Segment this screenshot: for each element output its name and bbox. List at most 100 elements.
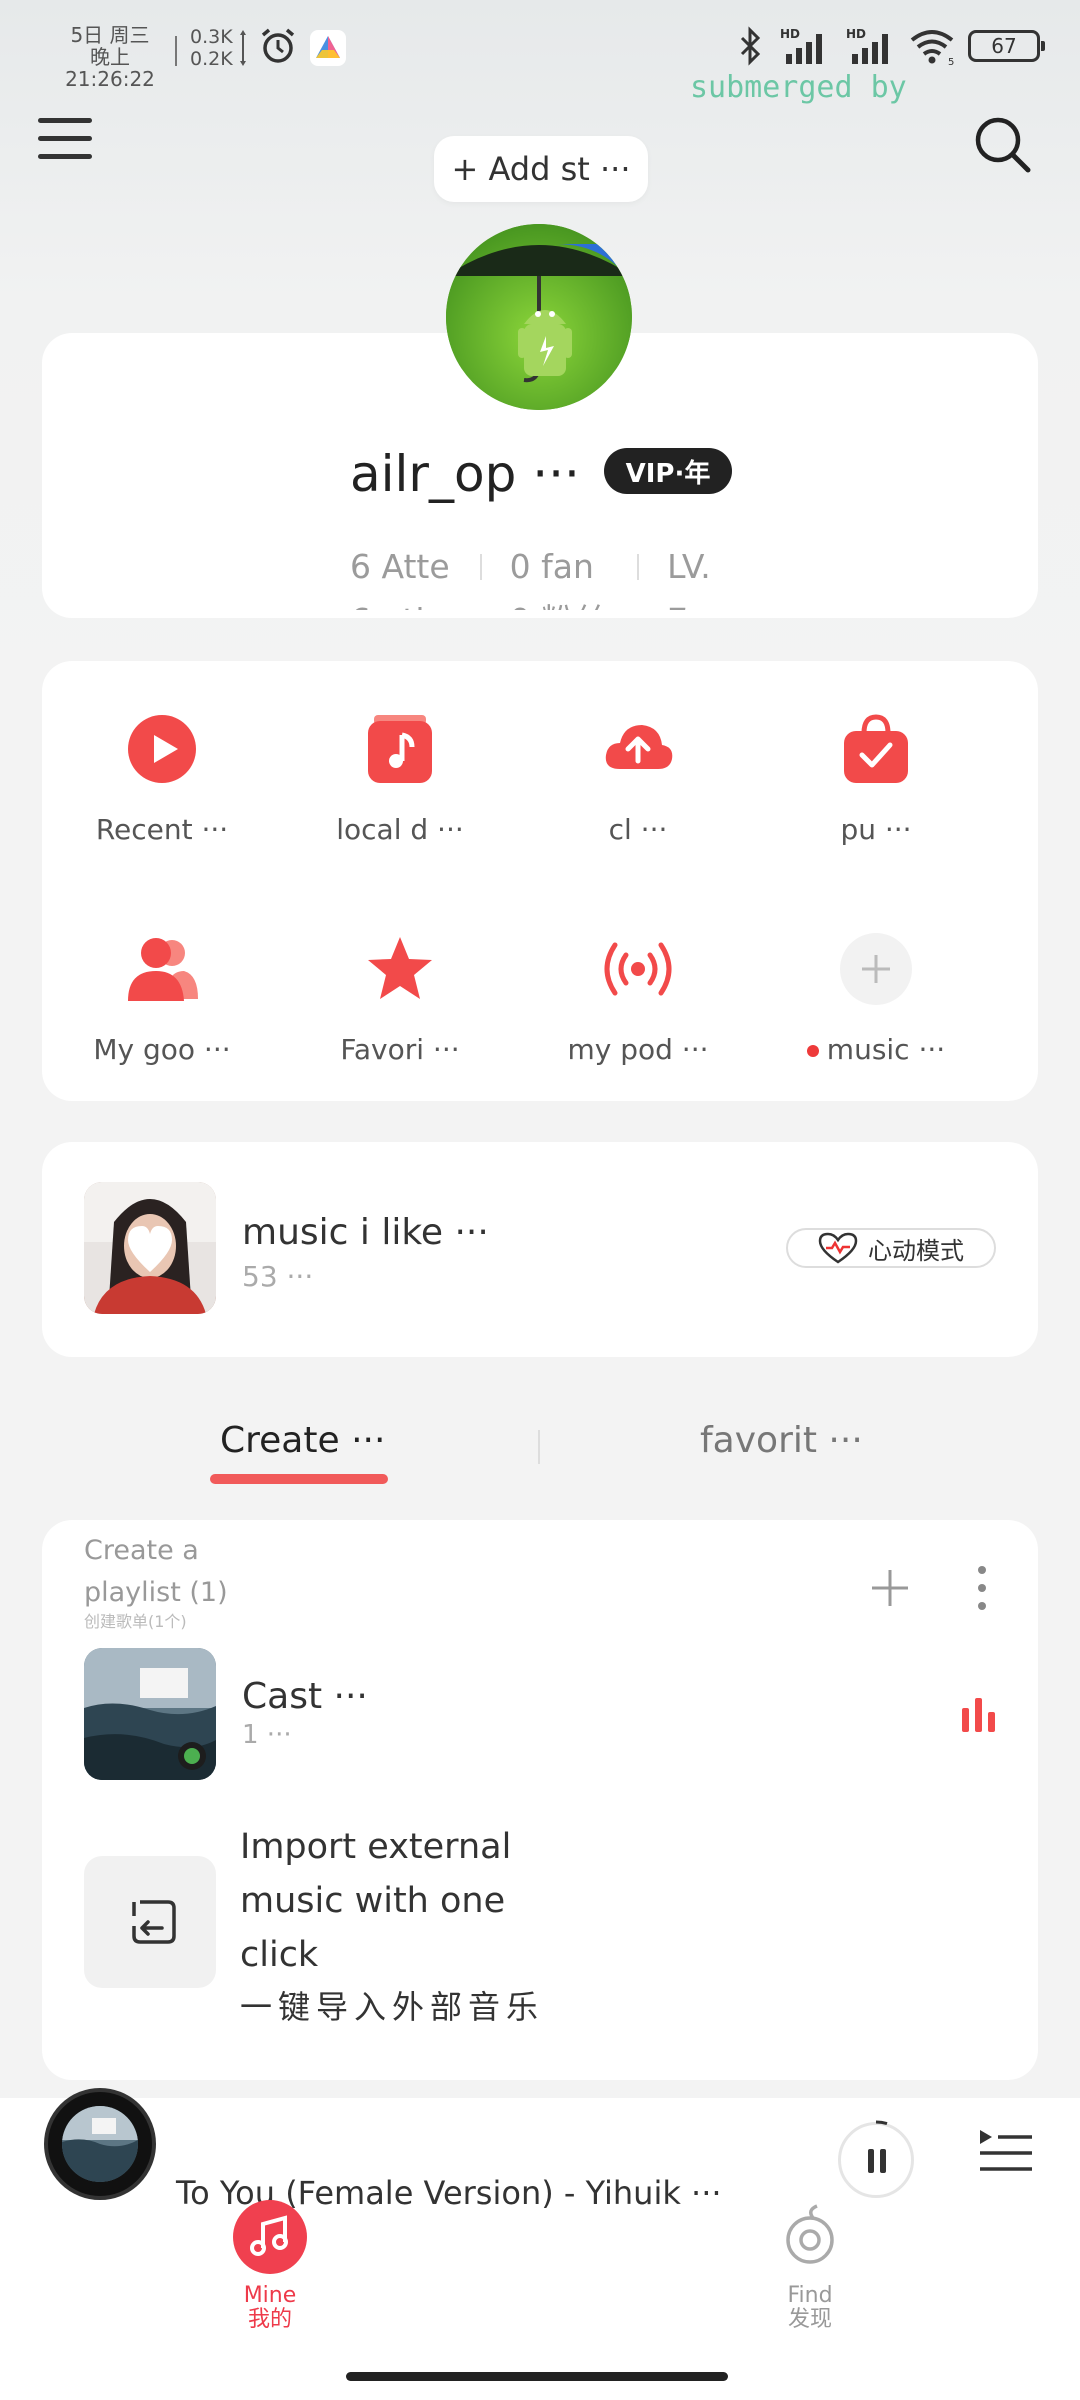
playlist-header-line: Create a <box>84 1535 199 1566</box>
fans-count-sub: 0 粉丝 <box>510 594 608 610</box>
menu-button[interactable] <box>38 118 92 168</box>
play-circle-icon <box>128 715 196 783</box>
grid-label: pu ··· <box>840 813 912 846</box>
vip-badge[interactable]: VIP·年 <box>604 448 732 494</box>
grid-label: music ··· <box>756 1033 996 1066</box>
nav-label-cn: 发现 <box>787 2307 832 2332</box>
profile-stats: 6 Atte 6 ntio 0 fan 0 粉丝 LV. 7 <box>350 540 741 610</box>
svg-text:5: 5 <box>948 57 954 66</box>
add-icon <box>840 933 912 1005</box>
playlist-queue-icon[interactable] <box>978 2128 1034 2176</box>
network-speed: 0.3K 0.2K <box>190 26 233 70</box>
playlist-header-line: playlist (1) <box>84 1577 228 1608</box>
tab-divider <box>538 1430 540 1464</box>
tab-create[interactable]: Create ··· <box>220 1420 385 1461</box>
liked-music-card[interactable]: music i like ··· 53 ··· 心动模式 <box>42 1142 1038 1357</box>
nav-label-en: Mine <box>243 2283 297 2308</box>
discover-icon <box>773 2200 847 2274</box>
grid-label: Favori ··· <box>340 1033 460 1066</box>
grid-item-recent[interactable]: Recent ··· <box>42 713 282 873</box>
nav-label-mine: Mine 我的 <box>190 2284 350 2332</box>
import-music-title[interactable]: Import external music with one click <box>240 1820 540 1982</box>
shopping-bag-icon <box>844 714 908 783</box>
now-playing-disc[interactable] <box>44 2088 156 2200</box>
more-options-icon[interactable] <box>976 1566 988 1610</box>
music-folder-icon <box>368 715 432 783</box>
grid-label: My goo ··· <box>93 1033 231 1066</box>
heart-mode-label: 心动模式 <box>868 1236 964 1265</box>
upload-speed: 0.3K <box>190 26 233 48</box>
svg-text:HD: HD <box>780 27 800 41</box>
menu-icon-line <box>38 118 92 123</box>
create-playlist-icon[interactable] <box>868 1566 912 1610</box>
grid-item-add-music[interactable]: music ··· <box>756 933 996 1093</box>
cloud-upload-icon <box>605 725 673 769</box>
nav-tab-find[interactable]: Find 发现 <box>730 2200 890 2332</box>
liked-music-title: music i like ··· <box>242 1212 489 1253</box>
quick-access-grid: Recent ··· local d ··· cl ··· pu ··· My … <box>42 661 1038 1101</box>
music-note-icon <box>233 2200 307 2274</box>
nav-tab-mine[interactable]: Mine 我的 <box>190 2200 350 2332</box>
status-time: 5日 周三 晚上21:26:22 <box>50 24 170 90</box>
tab-active-indicator <box>210 1474 388 1484</box>
import-music-subtitle: 一键导入外部音乐 <box>240 1988 545 2026</box>
bottom-player-bar <box>0 2098 1080 2400</box>
grid-item-purchased[interactable]: pu ··· <box>756 713 996 873</box>
follow-count[interactable]: 6 Atte 6 ntio <box>350 540 480 610</box>
grid-label-text: music ··· <box>826 1033 946 1066</box>
vip-badge-label: VIP·年 <box>625 458 711 489</box>
wifi-icon: 5 <box>910 30 954 66</box>
heart-mode-button[interactable]: 心动模式 <box>786 1228 996 1268</box>
grid-item-local[interactable]: local d ··· <box>280 713 520 873</box>
playlist-cover[interactable] <box>84 1648 216 1780</box>
status-divider <box>175 36 177 66</box>
username[interactable]: ailr_op ··· <box>350 445 580 503</box>
fans-count-label: 0 fan <box>509 547 594 586</box>
download-speed: 0.2K <box>190 48 233 70</box>
tab-favorite[interactable]: favorit ··· <box>700 1420 863 1461</box>
liked-music-cover <box>84 1182 216 1314</box>
status-date: 5日 周三 <box>70 23 150 47</box>
friends-icon <box>128 938 198 1001</box>
fans-count[interactable]: 0 fan 0 粉丝 <box>510 540 638 610</box>
home-indicator[interactable] <box>346 2372 728 2381</box>
grid-item-friends[interactable]: My goo ··· <box>42 933 282 1093</box>
grid-label: Recent ··· <box>95 813 229 846</box>
status-clock: 晚上21:26:22 <box>65 45 155 91</box>
svg-text:HD: HD <box>846 27 866 41</box>
bluetooth-icon <box>740 26 761 66</box>
grid-item-cloud[interactable]: cl ··· <box>518 713 758 873</box>
star-icon <box>368 937 432 999</box>
watermark-text: submerged by <box>690 70 907 105</box>
grid-label: local d ··· <box>336 813 464 846</box>
grid-item-podcast[interactable]: my pod ··· <box>518 933 758 1093</box>
grid-label: cl ··· <box>608 813 668 846</box>
playlist-title[interactable]: Cast ··· <box>242 1676 368 1717</box>
transfer-arrows-icon <box>240 30 246 66</box>
avatar[interactable] <box>446 224 632 410</box>
level-badge[interactable]: LV. 7 <box>667 540 741 610</box>
podcast-icon <box>604 942 672 996</box>
grid-item-favorites[interactable]: Favori ··· <box>280 933 520 1093</box>
playlist-tabs: Create ··· favorit ··· <box>0 1420 1080 1500</box>
import-music-button[interactable] <box>84 1856 216 1988</box>
menu-icon-line <box>38 136 92 141</box>
import-icon <box>132 1900 176 1944</box>
level-value: 7 <box>667 594 711 610</box>
progress-ring <box>875 2120 888 2126</box>
liked-music-count: 53 ··· <box>242 1260 314 1293</box>
now-playing-bars-icon <box>962 1698 995 1732</box>
level-label: LV. <box>667 547 711 586</box>
follow-count-sub: 6 ntio <box>350 594 450 610</box>
nav-label-find: Find 发现 <box>730 2284 890 2332</box>
album-art <box>62 2106 138 2182</box>
playlist-header-cn: 创建歌单(1个) <box>84 1612 187 1631</box>
add-status-button[interactable]: + Add st ··· <box>434 136 648 202</box>
signal-hd-1-icon: HD <box>780 27 822 64</box>
nav-label-cn: 我的 <box>247 2307 292 2332</box>
playlist-section-header: Create a playlist (1) 创建歌单(1个) <box>84 1530 228 1640</box>
status-bar: 5日 周三 晚上21:26:22 0.3K 0.2K HD HD 5 67 su… <box>0 0 1080 105</box>
search-icon[interactable] <box>970 112 1034 176</box>
playlist-card: Create a playlist (1) 创建歌单(1个) Cast ··· … <box>42 1520 1038 2080</box>
battery-indicator: 67 <box>968 30 1045 62</box>
